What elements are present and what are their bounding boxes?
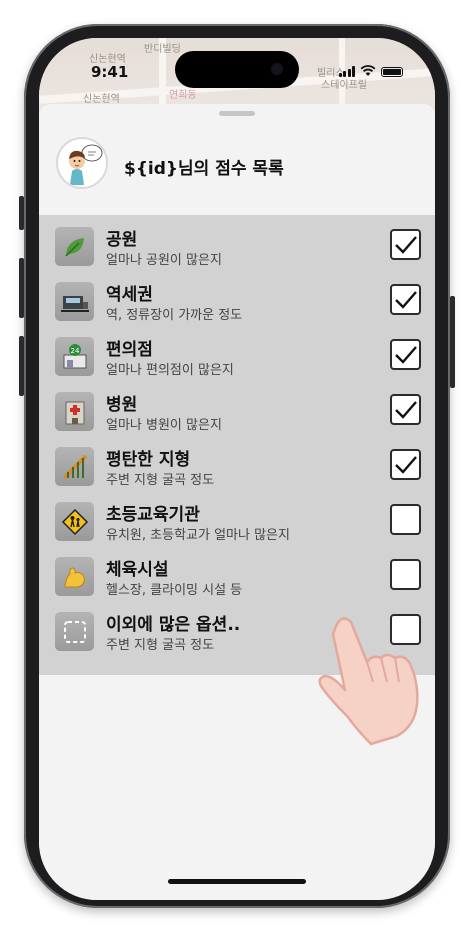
svg-text:24: 24 [70, 347, 79, 355]
list-item-elementary-education[interactable]: 초등교육기관 유치원, 초등학교가 얼마나 많은지 [39, 492, 435, 547]
score-list: 공원 얼마나 공원이 많은지 역세권 역, 정류장이 가까운 정도 24 편의점… [39, 215, 435, 675]
checkbox-elementary-education[interactable] [390, 504, 421, 535]
map-label: 반디빌딩 [144, 44, 181, 55]
list-item-flat-terrain[interactable]: 평탄한 지형 주변 지형 굴곡 정도 [39, 437, 435, 492]
row-title: 병원 [106, 395, 138, 415]
row-title: 체육시설 [106, 560, 169, 580]
battery-icon [381, 67, 403, 77]
row-subtitle: 얼마나 공원이 많은지 [106, 253, 222, 268]
map-label: 연희동 [169, 90, 197, 101]
sheet-grabber[interactable] [219, 111, 255, 116]
page-title: ${id}님의 점수 목록 [124, 159, 284, 179]
list-item-park[interactable]: 공원 얼마나 공원이 많은지 [39, 217, 435, 272]
checkbox-convenience-store[interactable] [390, 339, 421, 370]
checkbox-park[interactable] [390, 229, 421, 260]
action-button [19, 196, 24, 230]
home-indicator [168, 879, 306, 884]
row-subtitle: 역, 정류장이 가까운 정도 [106, 308, 243, 323]
checkmark-icon [394, 455, 417, 474]
checkbox-station[interactable] [390, 284, 421, 315]
camera-icon [271, 63, 283, 75]
checkmark-icon [394, 290, 417, 309]
flexed-arm-icon [55, 557, 94, 596]
list-item-station[interactable]: 역세권 역, 정류장이 가까운 정도 [39, 272, 435, 327]
row-subtitle: 얼마나 병원이 많은지 [106, 418, 222, 433]
terrain-chart-icon [55, 447, 94, 486]
power-button [450, 296, 455, 388]
pointing-hand-icon [318, 617, 419, 746]
row-title: 역세권 [106, 285, 153, 305]
dashed-square-icon [55, 612, 94, 651]
checkbox-hospital[interactable] [390, 394, 421, 425]
school-crossing-icon [55, 502, 94, 541]
volume-down-button [19, 336, 24, 396]
list-item-hospital[interactable]: 병원 얼마나 병원이 많은지 [39, 382, 435, 437]
map-label: 신논현역 [83, 94, 120, 105]
checkmark-icon [394, 400, 417, 419]
row-title: 편의점 [106, 340, 153, 360]
status-icons [338, 65, 403, 77]
list-item-sports-facility[interactable]: 체육시설 헬스장, 클라이밍 시설 등 [39, 547, 435, 602]
leaf-icon [55, 227, 94, 266]
train-icon [55, 282, 94, 321]
checkmark-icon [394, 345, 417, 364]
checkmark-icon [394, 235, 417, 254]
bottom-sheet: ${id}님의 점수 목록 공원 얼마나 공원이 많은지 역세권 역, 정류장이… [39, 104, 435, 900]
wifi-icon [360, 65, 376, 76]
row-subtitle: 헬스장, 클라이밍 시설 등 [106, 583, 243, 598]
hospital-icon [55, 392, 94, 431]
volume-up-button [19, 258, 24, 318]
person-illustration-icon [59, 140, 105, 186]
row-subtitle: 얼마나 편의점이 많은지 [106, 363, 234, 378]
list-item-convenience-store[interactable]: 24 편의점 얼마나 편의점이 많은지 [39, 327, 435, 382]
cellular-signal-icon [338, 66, 355, 77]
row-title: 공원 [106, 230, 138, 250]
row-subtitle: 주변 지형 굴곡 정도 [106, 473, 215, 488]
row-title: 이외에 많은 옵션.. [106, 615, 241, 635]
avatar [56, 137, 108, 189]
checkbox-sports-facility[interactable] [390, 559, 421, 590]
status-time: 9:41 [91, 63, 129, 81]
screen: 신논현역 반디빌딩 빌리스 스테이프릴 신논현역 연희동 9:41 ${id}님… [39, 38, 435, 900]
row-subtitle: 주변 지형 굴곡 정도 [106, 638, 215, 653]
map-label: 스테이프릴 [321, 80, 367, 91]
dynamic-island [175, 51, 299, 88]
row-subtitle: 유치원, 초등학교가 얼마나 많은지 [106, 528, 290, 543]
row-title: 평탄한 지형 [106, 450, 191, 470]
store-24-icon: 24 [55, 337, 94, 376]
row-title: 초등교육기관 [106, 505, 200, 525]
checkbox-flat-terrain[interactable] [390, 449, 421, 480]
